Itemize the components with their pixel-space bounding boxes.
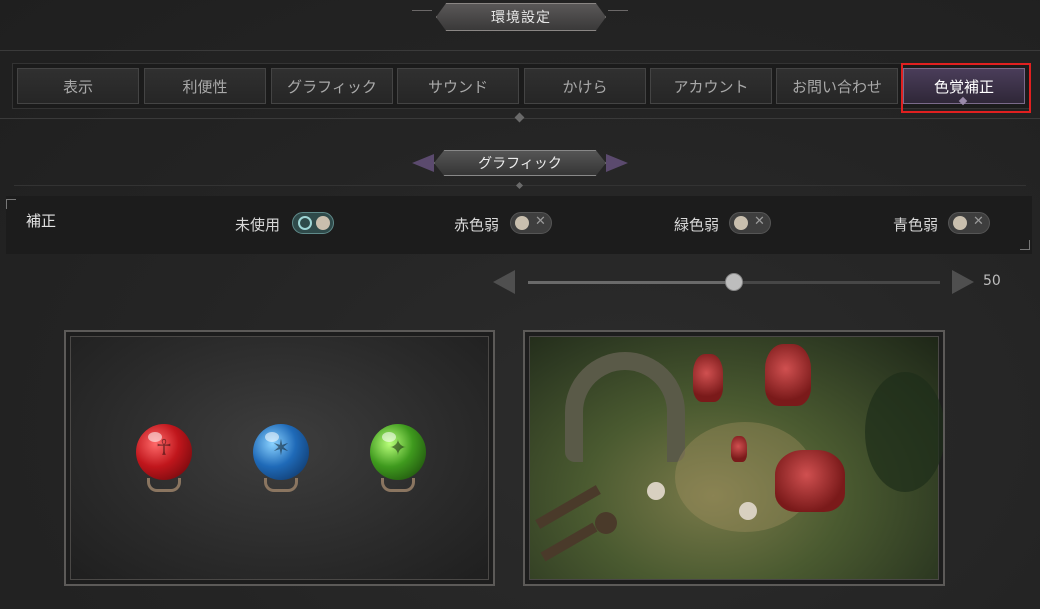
title-ornament-right <box>608 10 628 11</box>
slider-decrease-arrow-icon[interactable] <box>493 270 515 294</box>
red-monster <box>731 436 747 462</box>
option-label-deuteranomaly: 緑色弱 <box>674 216 720 234</box>
slider-value: 50 <box>983 273 1001 289</box>
toggle-deuteranomaly[interactable]: ✕ <box>729 212 771 234</box>
section-wing-right-icon <box>606 154 628 172</box>
orb-stand <box>147 478 181 492</box>
hero-character <box>739 502 757 520</box>
toggle-on-icon <box>298 216 312 230</box>
close-icon: ✕ <box>973 214 984 229</box>
red-monster <box>775 450 845 512</box>
section-header: グラフィック <box>405 149 635 177</box>
divider-diamond-icon <box>514 112 525 123</box>
red-monster <box>765 344 811 406</box>
title-ornament-left <box>412 10 432 11</box>
toggle-none[interactable] <box>292 212 334 234</box>
option-label-tritanomaly: 青色弱 <box>893 216 939 234</box>
option-label-protanomaly: 赤色弱 <box>454 216 500 234</box>
stone-arch <box>565 352 685 462</box>
tab-fragments[interactable]: かけら <box>524 68 646 104</box>
hero-character <box>647 482 665 500</box>
corner-ornament-icon <box>6 199 16 209</box>
toggle-protanomaly[interactable]: ✕ <box>510 212 552 234</box>
tab-display[interactable]: 表示 <box>17 68 139 104</box>
option-label-none: 未使用 <box>235 216 281 234</box>
correction-label: 補正 <box>26 212 57 230</box>
section-diamond-icon <box>515 181 524 190</box>
tab-contact[interactable]: お問い合わせ <box>776 68 898 104</box>
tab-graphics[interactable]: グラフィック <box>271 68 393 104</box>
orb-stand <box>264 478 298 492</box>
tab-account[interactable]: アカウント <box>650 68 772 104</box>
tab-bar: 表示 利便性 グラフィック サウンド かけら アカウント お問い合わせ 色覚補正 <box>12 63 1030 109</box>
tab-sound[interactable]: サウンド <box>397 68 519 104</box>
toggle-tritanomaly[interactable]: ✕ <box>948 212 990 234</box>
blue-orb-icon: ✶ <box>253 424 309 480</box>
toggle-knob <box>953 216 967 230</box>
close-icon: ✕ <box>754 214 765 229</box>
orb-stand <box>381 478 415 492</box>
active-tab-highlight <box>901 63 1031 113</box>
slider-increase-arrow-icon[interactable] <box>952 270 974 294</box>
green-orb-icon: ✦ <box>370 424 426 480</box>
toggle-knob <box>515 216 529 230</box>
red-orb-icon: ☥ <box>136 424 192 480</box>
close-icon: ✕ <box>535 214 546 229</box>
tab-convenience[interactable]: 利便性 <box>144 68 266 104</box>
foliage <box>865 372 943 492</box>
slider-fill <box>528 281 734 284</box>
toggle-knob <box>734 216 748 230</box>
section-title: グラフィック <box>434 150 606 176</box>
toggle-knob <box>316 216 330 230</box>
settings-window: 環境設定 表示 利便性 グラフィック サウンド かけら アカウント お問い合わせ… <box>0 0 1040 609</box>
slider-thumb[interactable] <box>725 273 743 291</box>
section-wing-left-icon <box>412 154 434 172</box>
red-monster <box>693 354 723 402</box>
header-divider <box>0 50 1040 51</box>
barrel <box>595 512 617 534</box>
wood-plank <box>540 522 598 562</box>
game-preview-panel <box>523 330 945 586</box>
window-title: 環境設定 <box>436 3 606 31</box>
corner-ornament-icon <box>1020 240 1030 250</box>
